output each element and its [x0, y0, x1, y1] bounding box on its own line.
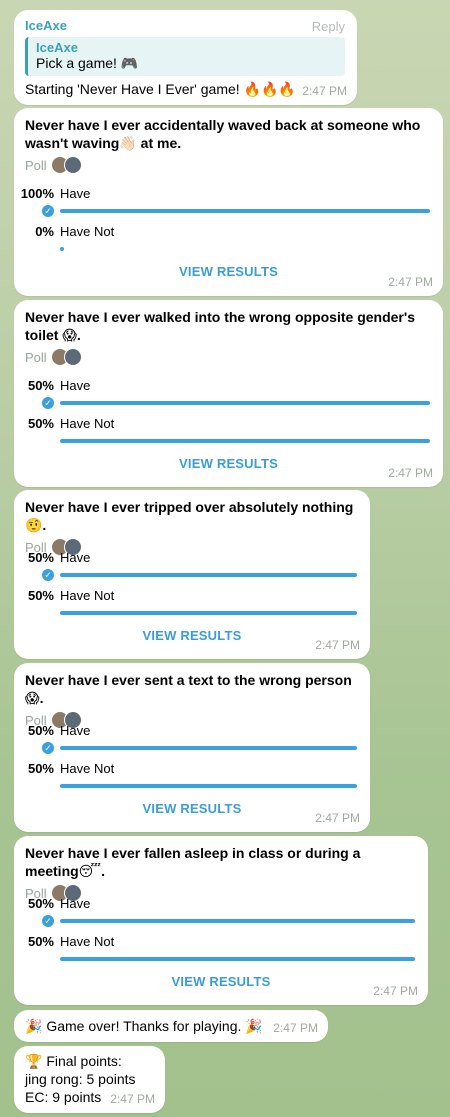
quoted-message[interactable]: IceAxe Pick a game! 🎮 — [25, 37, 345, 76]
option-bar — [60, 573, 357, 577]
option-label: Have Not — [60, 588, 115, 603]
option-bar — [60, 439, 430, 443]
option-label: Have Not — [60, 934, 115, 949]
poll-message: Never have I ever accidentally waved bac… — [14, 108, 443, 296]
option-label: Have Not — [60, 761, 115, 776]
message-time: 2:47 PM — [315, 811, 360, 825]
check-icon: ✓ — [42, 742, 54, 754]
option-percent: 50% — [27, 761, 54, 776]
poll-message: Never have I ever fallen asleep in class… — [14, 836, 428, 1005]
option-percent: 50% — [27, 378, 54, 393]
voter-avatars — [50, 348, 82, 366]
poll-question: Never have I ever accidentally waved bac… — [25, 117, 421, 151]
option-percent: 0% — [35, 224, 54, 239]
poll-type-label: Poll — [25, 348, 431, 366]
final-points-message: 🏆 Final points: jing rong: 5 points EC: … — [14, 1046, 165, 1113]
poll-option[interactable]: 50% Have ✓ — [14, 378, 443, 412]
quoted-sender: IceAxe — [36, 40, 78, 55]
game-over-message: 🎉 Game over! Thanks for playing. 🎉 2:47 … — [14, 1010, 328, 1042]
check-icon: ✓ — [42, 397, 54, 409]
option-bar — [60, 919, 415, 923]
poll-option[interactable]: 50% Have ✓ — [14, 550, 370, 584]
option-bar — [60, 746, 357, 750]
intro-message: IceAxe Reply IceAxe Pick a game! 🎮 Start… — [14, 10, 357, 105]
option-bar — [60, 957, 415, 961]
message-time: 2:47 PM — [373, 984, 418, 998]
view-results-button[interactable]: VIEW RESULTS — [14, 456, 443, 471]
option-percent: 100% — [20, 186, 54, 201]
poll-option[interactable]: 50% Have Not — [14, 416, 443, 450]
avatar — [63, 348, 82, 366]
final-title: 🏆 Final points: — [25, 1053, 122, 1069]
message-time: 2:47 PM — [110, 1092, 155, 1106]
quoted-text: Pick a game! 🎮 — [36, 55, 139, 71]
avatar — [63, 156, 82, 174]
option-percent: 50% — [27, 416, 54, 431]
option-label: Have — [60, 378, 91, 393]
poll-message: Never have I ever sent a text to the wro… — [14, 663, 370, 832]
check-icon: ✓ — [42, 915, 54, 927]
option-percent: 50% — [27, 723, 54, 738]
poll-option[interactable]: 50% Have ✓ — [14, 896, 428, 930]
view-results-button[interactable]: VIEW RESULTS — [14, 974, 428, 989]
poll-option[interactable]: 100% Have ✓ — [14, 186, 443, 220]
poll-option[interactable]: 50% Have ✓ — [14, 723, 370, 757]
poll-label: Poll — [25, 349, 47, 365]
poll-question: Never have I ever tripped over absolutel… — [25, 499, 354, 533]
poll-option[interactable]: 50% Have Not — [14, 934, 428, 968]
intro-text: Starting 'Never Have I Ever' game! — [25, 81, 244, 97]
message-time: 2:47 PM — [302, 84, 347, 98]
option-label: Have Not — [60, 416, 115, 431]
poll-label: Poll — [25, 157, 47, 173]
option-label: Have — [60, 723, 91, 738]
view-results-button[interactable]: VIEW RESULTS — [14, 264, 443, 279]
message-time: 2:47 PM — [273, 1021, 318, 1035]
poll-option[interactable]: 50% Have Not — [14, 588, 370, 622]
option-bar — [60, 209, 430, 213]
poll-question: Never have I ever sent a text to the wro… — [25, 672, 352, 706]
score-line: jing rong: 5 points — [25, 1071, 136, 1087]
poll-message: Never have I ever tripped over absolutel… — [14, 490, 370, 659]
voter-avatars — [50, 156, 82, 174]
option-bar — [60, 611, 357, 615]
intro-text-line: Starting 'Never Have I Ever' game! 🔥🔥🔥 — [25, 80, 345, 99]
option-percent: 50% — [27, 896, 54, 911]
option-percent: 50% — [27, 588, 54, 603]
option-label: Have — [60, 186, 91, 201]
check-icon: ✓ — [42, 569, 54, 581]
message-time: 2:47 PM — [388, 466, 433, 480]
message-time: 2:47 PM — [388, 275, 433, 289]
check-icon: ✓ — [42, 205, 54, 217]
poll-option[interactable]: 50% Have Not — [14, 761, 370, 795]
option-bar — [60, 401, 430, 405]
reply-label[interactable]: Reply — [312, 19, 345, 34]
option-percent: 50% — [27, 550, 54, 565]
message-time: 2:47 PM — [315, 638, 360, 652]
option-bar — [60, 247, 64, 251]
option-label: Have Not — [60, 224, 115, 239]
option-percent: 50% — [27, 934, 54, 949]
poll-type-label: Poll — [25, 156, 431, 174]
poll-message: Never have I ever walked into the wrong … — [14, 300, 443, 487]
poll-question: Never have I ever walked into the wrong … — [25, 309, 415, 343]
game-over-text: 🎉 Game over! Thanks for playing. 🎉 — [25, 1018, 263, 1034]
sender-name[interactable]: IceAxe — [25, 18, 345, 33]
option-label: Have — [60, 896, 91, 911]
fire-icon: 🔥🔥🔥 — [243, 82, 296, 98]
option-bar — [60, 784, 357, 788]
poll-option[interactable]: 0% Have Not — [14, 224, 443, 258]
poll-question: Never have I ever fallen asleep in class… — [25, 845, 361, 879]
option-label: Have — [60, 550, 91, 565]
